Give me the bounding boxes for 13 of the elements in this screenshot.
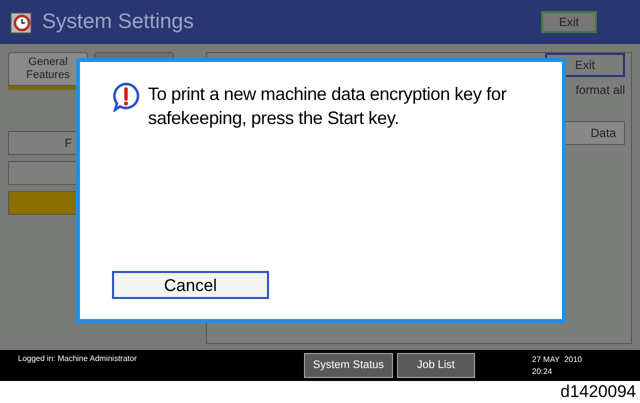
exit-button[interactable]: Exit <box>541 11 597 33</box>
dialog-message: To print a new machine data encryption key for safekeeping, press the Start key. <box>148 83 508 130</box>
window-title: System Settings <box>42 9 194 36</box>
status-button[interactable]: Job List <box>396 353 475 378</box>
time-text: 20:24 <box>532 366 554 378</box>
alert-icon <box>112 82 140 112</box>
cancel-button[interactable]: Cancel <box>112 271 269 299</box>
format-note: format all <box>576 82 625 99</box>
date-text: 27 MAY 2010 <box>532 354 582 366</box>
figure-caption: d1420094 <box>560 381 636 403</box>
login-status: Logged in: Machine Administrator <box>18 353 138 365</box>
clock-icon <box>10 10 32 34</box>
status-button[interactable]: System Status <box>304 353 393 378</box>
